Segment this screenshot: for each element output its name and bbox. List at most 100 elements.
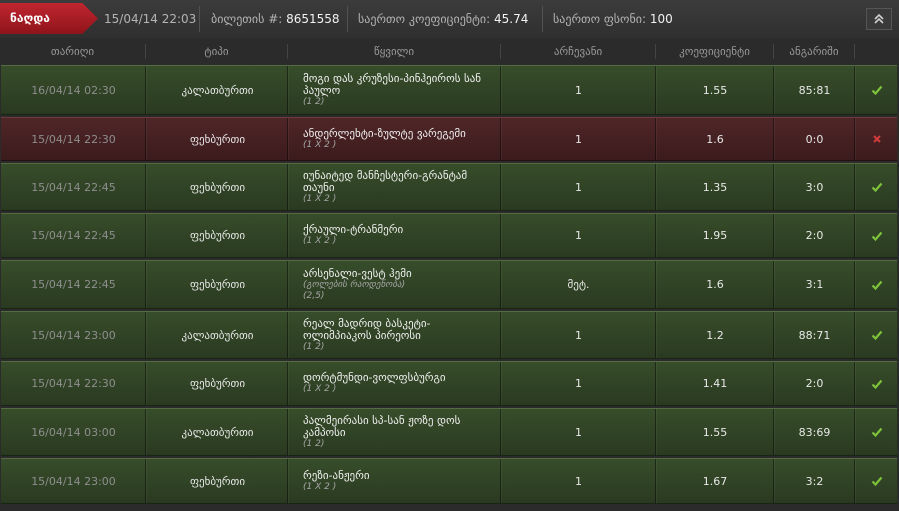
cell-event: ანდერლეხტი-ზულტე ვარეგემი (1 X 2 ) bbox=[303, 118, 499, 160]
cell-status bbox=[857, 164, 897, 210]
market-type: (1 X 2 ) bbox=[303, 236, 337, 246]
tab-cash-label: ნაღდა bbox=[10, 11, 50, 25]
cell-type: ფეხბურთი bbox=[189, 132, 246, 146]
tab-cash[interactable]: ნაღდა bbox=[0, 3, 98, 34]
check-icon bbox=[871, 427, 883, 438]
cell-type: ფეხბურთი bbox=[189, 474, 246, 488]
cell-date: 15/04/14 22:45 bbox=[31, 278, 116, 291]
divider bbox=[500, 164, 501, 210]
table-row[interactable]: 15/04/14 22:45 ფეხბურთი 1 1.95 2:0 ქრაული-ტრა… bbox=[1, 213, 897, 258]
table-row[interactable]: 15/04/14 22:30 ფეხბურთი 1 1.41 2:0 დორტმუნდი-… bbox=[1, 361, 897, 406]
divider bbox=[145, 214, 146, 257]
cell-coefficient: 1.2 bbox=[706, 328, 724, 342]
divider bbox=[655, 459, 656, 503]
table-row[interactable]: 15/04/14 22:30 ფეხბურთი 1 1.6 0:0 ანდერლეხტი-… bbox=[1, 117, 897, 161]
event-name: რეალ მადრიდ ბასკეტი-ოლიმპიაკოს პირეოსი bbox=[303, 316, 431, 342]
table-row[interactable]: 16/04/14 03:00 კალათბურთი 1 1.55 83:69 პალმეი… bbox=[1, 408, 897, 456]
divider bbox=[500, 118, 501, 160]
cell-event: მოგი დას კრუზესი-პინჰეიროს სან პაულო (1 2… bbox=[303, 66, 499, 114]
column-header-type: ტიპი bbox=[204, 45, 229, 58]
cell-date: 16/04/14 03:00 bbox=[31, 425, 116, 439]
divider bbox=[287, 66, 288, 114]
divider bbox=[655, 66, 656, 114]
market-type: (1 X 2 ) bbox=[303, 481, 337, 492]
column-header-score: ანგარიში bbox=[789, 45, 839, 58]
cell-score: 2:0 bbox=[805, 377, 824, 390]
divider bbox=[500, 362, 501, 405]
divider bbox=[347, 6, 348, 32]
divider bbox=[145, 312, 146, 358]
cell-type: ფეხბურთი bbox=[189, 180, 246, 194]
cell-status bbox=[857, 118, 897, 160]
cell-choice: 1 bbox=[575, 132, 582, 146]
total-coefficient-value: 45.74 bbox=[494, 12, 529, 26]
divider bbox=[287, 459, 288, 503]
cross-icon bbox=[873, 135, 881, 143]
column-header-date: თარიღი bbox=[50, 45, 95, 58]
cell-event: რეალ მადრიდ ბასკეტი-ოლიმპიაკოს პირეოსი (1… bbox=[303, 312, 499, 358]
divider bbox=[145, 66, 146, 114]
table-row[interactable]: 16/04/14 02:30 კალათბურთი 1 1.55 85:81 მოგი დ… bbox=[1, 65, 897, 115]
divider bbox=[287, 312, 288, 358]
divider bbox=[542, 6, 543, 32]
cell-event: რეზი-ანჟერი (1 X 2 ) bbox=[303, 459, 499, 503]
divider bbox=[145, 118, 146, 160]
cell-coefficient: 1.41 bbox=[702, 377, 728, 390]
divider bbox=[773, 164, 774, 210]
divider bbox=[287, 261, 288, 308]
check-icon bbox=[871, 280, 883, 290]
divider bbox=[145, 459, 146, 503]
cell-date: 15/04/14 22:45 bbox=[31, 229, 116, 242]
cell-status bbox=[857, 409, 897, 455]
table-row[interactable]: 15/04/14 23:00 ფეხბურთი 1 1.67 3:2 რეზი-ანჟერ… bbox=[1, 458, 897, 504]
table-header: თარიღი ტიპი წყვილი არჩევანი კოეფიციენტი … bbox=[0, 38, 899, 65]
table-row[interactable]: 15/04/14 22:45 ფეხბურთი მეტ. 1.6 3:1 არსენალი… bbox=[1, 260, 897, 309]
cell-score: 2:0 bbox=[805, 229, 824, 242]
divider bbox=[773, 409, 774, 455]
cell-type: კალათბურთი bbox=[181, 83, 254, 97]
divider bbox=[287, 164, 288, 210]
check-icon bbox=[871, 231, 883, 241]
divider bbox=[854, 164, 855, 210]
divider bbox=[500, 409, 501, 455]
cell-event: დორტმუნდი-ვოლფსბურგი (1 X 2 ) bbox=[303, 362, 499, 405]
market-type: (1 X 2 ) bbox=[303, 193, 337, 204]
market-type: (1 X 2 ) bbox=[303, 384, 337, 394]
divider bbox=[287, 214, 288, 257]
ticket-summary-bar: ნაღდა 15/04/14 22:03 ბილეთის #: 8651558 … bbox=[0, 0, 899, 39]
divider bbox=[199, 6, 200, 32]
table-row[interactable]: 15/04/14 22:45 ფეხბურთი 1 1.35 3:0 იუნაიტედ მ… bbox=[1, 163, 897, 211]
cell-status bbox=[857, 459, 897, 503]
divider bbox=[500, 261, 501, 308]
cell-score: 3:2 bbox=[805, 474, 824, 488]
cell-score: 0:0 bbox=[805, 132, 824, 146]
cell-score: 3:1 bbox=[805, 278, 824, 291]
cell-date: 15/04/14 22:30 bbox=[31, 132, 116, 146]
total-coefficient: საერთო კოეფიციენტი: 45.74 bbox=[358, 0, 528, 38]
divider bbox=[655, 44, 656, 59]
divider bbox=[773, 214, 774, 257]
divider bbox=[655, 214, 656, 257]
event-name: დორტმუნდი-ვოლფსბურგი bbox=[303, 371, 446, 384]
divider bbox=[854, 362, 855, 405]
cell-date: 15/04/14 22:45 bbox=[31, 180, 116, 194]
market-type: (1 X 2 ) bbox=[303, 139, 337, 150]
divider bbox=[854, 312, 855, 358]
cell-choice: 1 bbox=[575, 425, 582, 439]
cell-choice: 1 bbox=[575, 229, 582, 242]
divider bbox=[854, 66, 855, 114]
cell-choice: მეტ. bbox=[567, 278, 590, 291]
divider bbox=[500, 214, 501, 257]
divider bbox=[655, 362, 656, 405]
divider bbox=[773, 362, 774, 405]
check-icon bbox=[871, 476, 883, 487]
divider bbox=[287, 409, 288, 455]
event-name: პალმეირასი სპ-სან ჟოზე დოს კამპოსი bbox=[303, 413, 461, 439]
table-row[interactable]: 15/04/14 23:00 კალათბურთი 1 1.2 88:71 რეალ მა… bbox=[1, 311, 897, 359]
divider bbox=[655, 118, 656, 160]
collapse-button[interactable] bbox=[866, 8, 892, 30]
divider bbox=[773, 261, 774, 308]
divider bbox=[145, 164, 146, 210]
cell-choice: 1 bbox=[575, 180, 582, 194]
divider bbox=[773, 44, 774, 59]
